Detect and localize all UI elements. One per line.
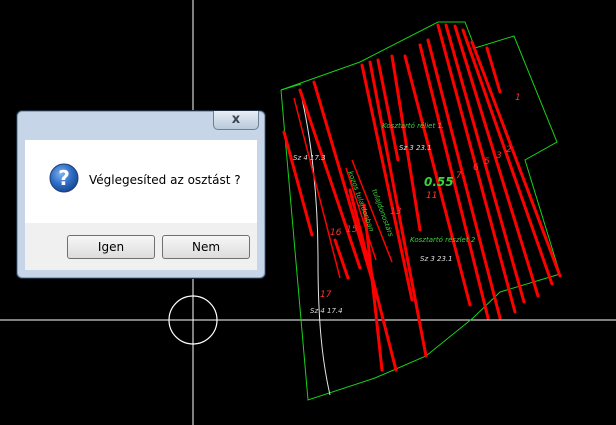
parcel-label-3: 3 bbox=[496, 151, 502, 161]
sz-label-3-top: Sz 3 23.1 bbox=[399, 144, 432, 152]
sz-label-3-mid: Sz 3 23.1 bbox=[420, 255, 453, 263]
parcel-label-5: 5 bbox=[484, 157, 490, 167]
parcel-label-16: 16 bbox=[330, 228, 342, 238]
parcel-label-7: 7 bbox=[456, 171, 462, 181]
parcel-label-2: 2 bbox=[506, 145, 512, 155]
division-lines bbox=[282, 23, 562, 372]
boundary-inner bbox=[280, 83, 302, 91]
parcel-label-17: 17 bbox=[320, 290, 332, 300]
koszt-label-mid: Kosztartó részlet 2 bbox=[410, 236, 476, 244]
svg-text:?: ? bbox=[58, 166, 70, 190]
sz-label-4-top: Sz 4 17.3 bbox=[293, 154, 326, 162]
dialog-message: Véglegesíted az osztást ? bbox=[89, 173, 241, 187]
parcel-label-6: 6 bbox=[473, 163, 479, 173]
no-button[interactable]: Nem bbox=[162, 235, 250, 259]
dialog-button-bar: Igen Nem bbox=[25, 223, 257, 270]
close-button[interactable]: x bbox=[213, 111, 259, 130]
confirm-dialog: x ? Véglegesíted az osztást ? Igen Nem bbox=[16, 110, 266, 279]
area-value: 0.55 bbox=[424, 175, 454, 189]
parcel-label-15: 15 bbox=[346, 225, 358, 235]
question-icon: ? bbox=[49, 163, 79, 193]
dialog-content: ? Véglegesíted az osztást ? bbox=[25, 140, 257, 223]
yes-button[interactable]: Igen bbox=[67, 235, 155, 259]
parcel-label-13: 13 bbox=[390, 207, 402, 217]
area-small: 11 bbox=[426, 191, 437, 201]
koszt-label-top: Kosztartó réliet 1. bbox=[382, 122, 444, 130]
sz-label-4-bottom: Sz 4 17.4 bbox=[310, 307, 343, 315]
parcel-label-1: 1 bbox=[515, 93, 521, 103]
